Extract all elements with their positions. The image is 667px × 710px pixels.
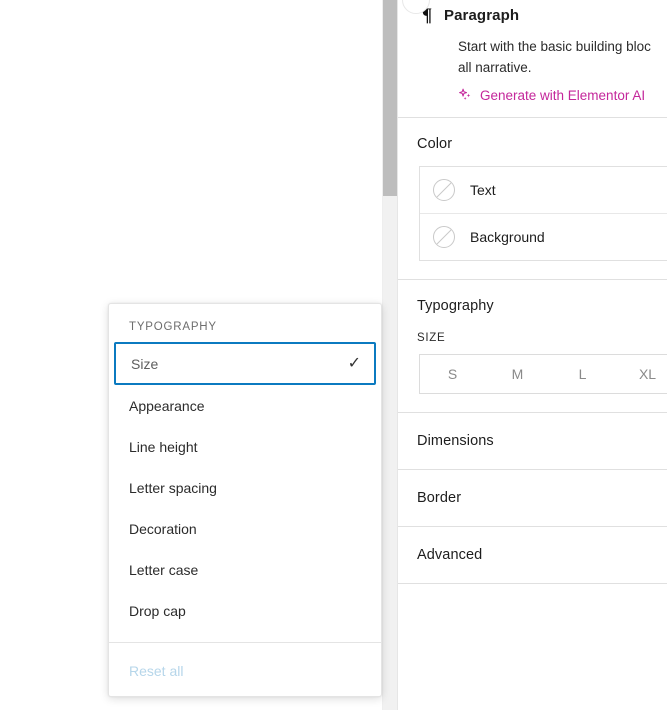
size-option-m[interactable]: M — [485, 355, 550, 393]
widget-header: ¶ Paragraph Start with the basic buildin… — [398, 0, 667, 118]
generate-with-elementor-ai-link[interactable]: Generate with Elementor AI — [458, 88, 667, 103]
menu-item-size[interactable]: Size ✓ — [114, 342, 376, 385]
size-option-l[interactable]: L — [550, 355, 615, 393]
menu-item-letter-case-label: Letter case — [129, 562, 198, 578]
menu-item-drop-cap[interactable]: Drop cap — [109, 590, 381, 631]
panel-scrollbar-track[interactable] — [382, 0, 397, 710]
menu-item-list: Size ✓ Appearance Line height Letter spa… — [109, 342, 381, 631]
menu-item-appearance-label: Appearance — [129, 398, 205, 414]
menu-item-appearance[interactable]: Appearance — [109, 385, 381, 426]
menu-item-drop-cap-label: Drop cap — [129, 603, 186, 619]
section-border[interactable]: Border — [398, 470, 667, 527]
menu-item-line-height-label: Line height — [129, 439, 198, 455]
color-label-text: Text — [470, 182, 496, 198]
color-section: Color Text Background — [398, 118, 667, 280]
typography-dropdown-menu: TYPOGRAPHY Size ✓ Appearance Line height… — [108, 303, 382, 697]
menu-item-letter-spacing[interactable]: Letter spacing — [109, 467, 381, 508]
panel-scrollbar-thumb[interactable] — [383, 0, 397, 196]
typography-section-title: Typography — [417, 298, 667, 314]
color-row-text[interactable]: Text — [420, 167, 667, 213]
widget-title-row: ¶ Paragraph — [398, 0, 667, 30]
menu-item-letter-spacing-label: Letter spacing — [129, 480, 217, 496]
sparkle-icon — [458, 88, 473, 103]
color-row-background[interactable]: Background — [420, 213, 667, 260]
size-toggle-group[interactable]: S M L XL — [419, 354, 667, 394]
settings-panel: ¶ Paragraph Start with the basic buildin… — [397, 0, 667, 710]
widget-description: Start with the basic building bloc all n… — [458, 36, 667, 78]
color-label-background: Background — [470, 229, 545, 245]
widget-description-line-2: all narrative. — [458, 57, 667, 78]
no-color-icon — [432, 178, 456, 202]
reset-all-button[interactable]: Reset all — [109, 643, 381, 697]
section-dimensions-label: Dimensions — [417, 433, 667, 449]
section-border-label: Border — [417, 490, 667, 506]
menu-heading: TYPOGRAPHY — [109, 304, 381, 333]
check-icon: ✓ — [348, 356, 361, 372]
no-color-icon — [432, 225, 456, 249]
section-dimensions[interactable]: Dimensions — [398, 413, 667, 470]
color-controls-group: Text Background — [419, 166, 667, 261]
reset-all-label: Reset all — [129, 663, 183, 679]
menu-item-line-height[interactable]: Line height — [109, 426, 381, 467]
widget-description-line-1: Start with the basic building bloc — [458, 39, 651, 54]
menu-item-decoration-label: Decoration — [129, 521, 197, 537]
section-advanced[interactable]: Advanced — [398, 527, 667, 584]
size-control-label: SIZE — [417, 332, 667, 344]
menu-item-letter-case[interactable]: Letter case — [109, 549, 381, 590]
size-option-s[interactable]: S — [420, 355, 485, 393]
typography-section: Typography SIZE S M L XL — [398, 280, 667, 413]
color-section-title: Color — [417, 136, 667, 152]
widget-title: Paragraph — [444, 7, 519, 24]
size-option-xl[interactable]: XL — [615, 355, 667, 393]
generate-with-elementor-ai-label: Generate with Elementor AI — [480, 88, 645, 103]
section-advanced-label: Advanced — [417, 547, 667, 563]
menu-item-decoration[interactable]: Decoration — [109, 508, 381, 549]
app-root: ¶ Paragraph Start with the basic buildin… — [0, 0, 667, 710]
menu-item-size-label: Size — [131, 356, 158, 372]
